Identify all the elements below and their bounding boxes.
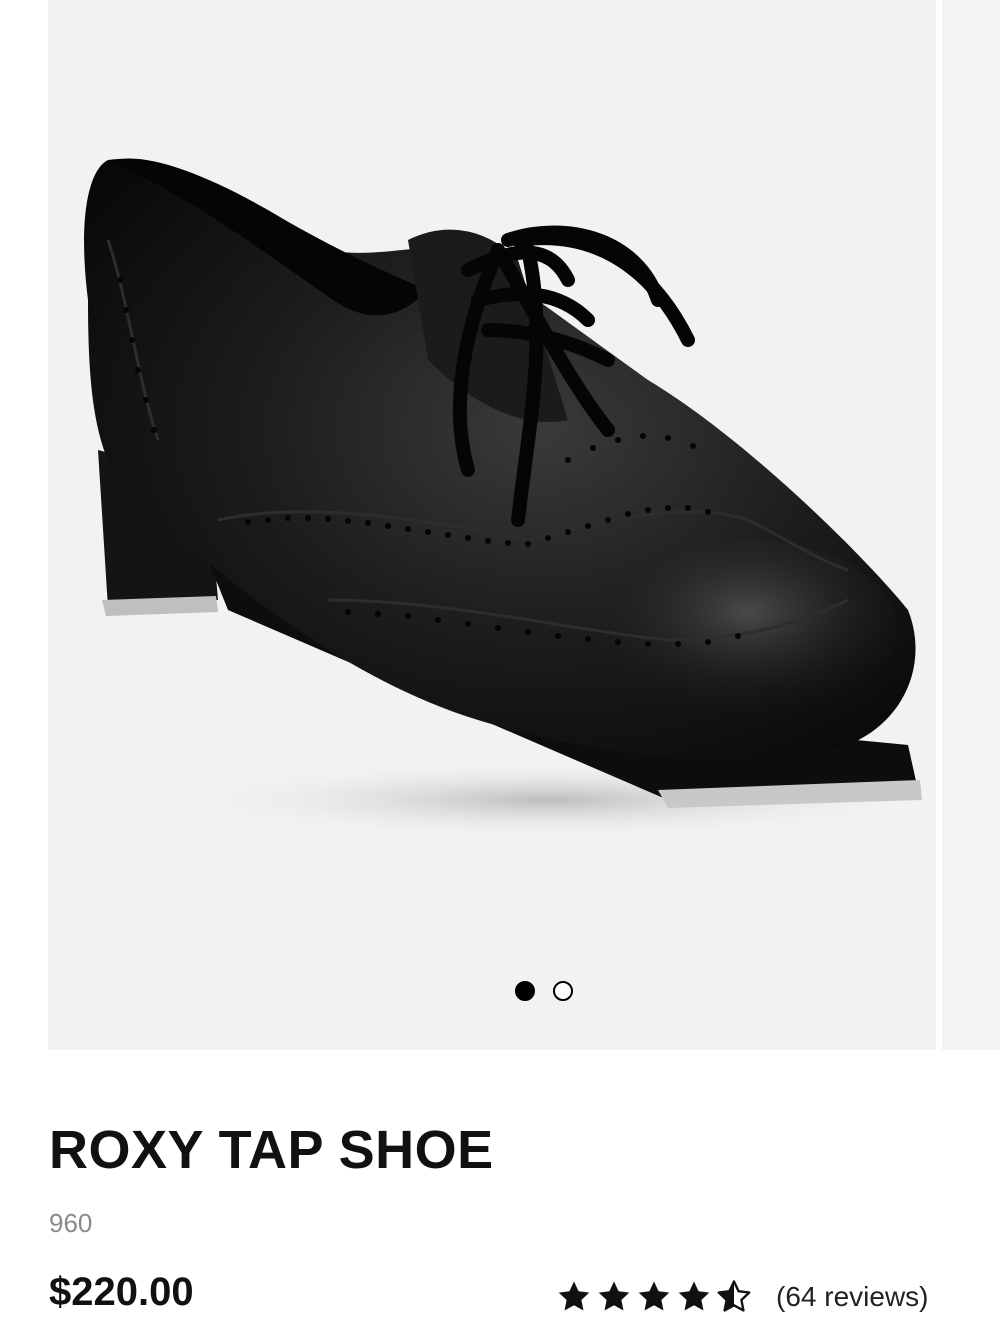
product-price: $220.00 xyxy=(49,1270,194,1314)
product-image xyxy=(84,158,928,840)
gallery-slide-active[interactable] xyxy=(48,0,936,1050)
product-title: ROXY TAP SHOE xyxy=(49,1120,494,1180)
reviews-count-link[interactable]: (64 reviews) xyxy=(776,1280,928,1314)
rating-stars xyxy=(556,1280,752,1314)
carousel-dot-2[interactable] xyxy=(553,981,573,1001)
star-full-icon xyxy=(596,1280,632,1314)
star-full-icon xyxy=(676,1280,712,1314)
product-gallery[interactable] xyxy=(0,0,1000,1050)
star-full-icon xyxy=(636,1280,672,1314)
gallery-slide-next-peek[interactable] xyxy=(942,0,1000,1050)
product-rating[interactable]: (64 reviews) xyxy=(556,1280,928,1314)
carousel-dot-1[interactable] xyxy=(515,981,535,1001)
product-sku: 960 xyxy=(49,1208,93,1238)
star-full-icon xyxy=(556,1280,592,1314)
carousel-dots xyxy=(515,981,573,1001)
star-half-icon xyxy=(716,1280,752,1314)
